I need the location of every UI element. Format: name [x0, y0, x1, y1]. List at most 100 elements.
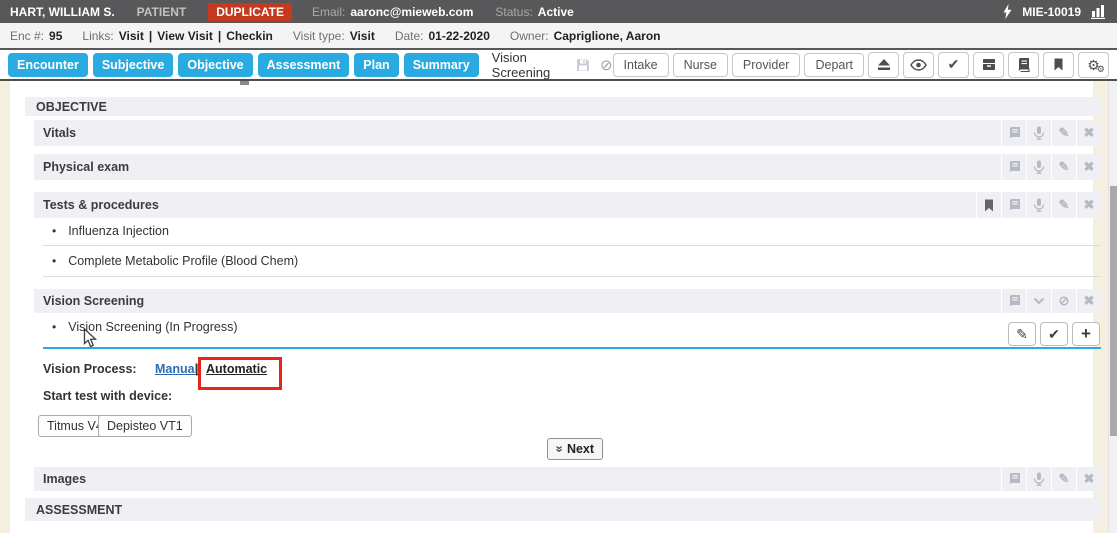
tab-summary[interactable]: Summary	[404, 53, 479, 77]
link-separator: |	[218, 29, 221, 43]
archive-icon[interactable]	[973, 52, 1004, 78]
link-checkin[interactable]: Checkin	[226, 29, 273, 43]
chart-content: OBJECTIVE Vitals ✎ ✖ Physical exam	[10, 81, 1093, 533]
panel-vision-screening[interactable]: Vision Screening ⊘ ✖	[34, 289, 1101, 313]
images-title: Images	[43, 472, 86, 486]
item-label: Influenza Injection	[68, 224, 169, 238]
visit-type-label: Visit type:	[293, 29, 345, 43]
eye-icon[interactable]	[903, 52, 934, 78]
vision-process-label: Vision Process:	[43, 362, 137, 376]
edit-icon[interactable]: ✎	[1051, 192, 1076, 218]
bullet-dot: •	[52, 254, 56, 268]
check-icon[interactable]: ✔	[938, 52, 969, 78]
list-item-influenza[interactable]: • Influenza Injection	[43, 224, 1101, 246]
eject-icon[interactable]	[868, 52, 899, 78]
microphone-icon[interactable]	[1026, 192, 1051, 218]
link-view-visit[interactable]: View Visit	[157, 29, 213, 43]
microphone-icon[interactable]	[1026, 467, 1051, 491]
collapse-icon[interactable]	[1026, 289, 1051, 313]
microphone-icon[interactable]	[1026, 120, 1051, 146]
double-chevron-down-icon: »	[552, 446, 566, 453]
item-label: Vision Screening (In Progress)	[68, 320, 237, 334]
patient-status: Active	[538, 5, 574, 19]
bolt-icon[interactable]	[1003, 4, 1012, 19]
patient-email: aaronc@mieweb.com	[350, 5, 473, 19]
enc-number-value: 95	[49, 29, 62, 43]
tab-encounter[interactable]: Encounter	[8, 53, 88, 77]
assessment-title: ASSESSMENT	[36, 503, 122, 517]
remove-icon[interactable]: ✖	[1076, 467, 1101, 491]
owner-label: Owner:	[510, 29, 549, 43]
date-label: Date:	[395, 29, 424, 43]
link-visit[interactable]: Visit	[119, 29, 144, 43]
bullet-dot: •	[52, 224, 56, 238]
remove-icon[interactable]: ✖	[1076, 120, 1101, 146]
encounter-info-bar: Enc #: 95 Links: Visit | View Visit | Ch…	[0, 23, 1117, 50]
section-header-objective[interactable]: OBJECTIVE	[25, 97, 1101, 116]
nav-toolbar: Encounter Subjective Objective Assessmen…	[0, 50, 1117, 81]
objective-title: OBJECTIVE	[36, 100, 107, 114]
next-button[interactable]: » Next	[547, 438, 603, 460]
vertical-scrollbar[interactable]	[1108, 81, 1117, 533]
bookmark-icon[interactable]	[1043, 52, 1074, 78]
microphone-icon[interactable]	[1026, 154, 1051, 180]
patient-type-label: PATIENT	[137, 5, 187, 19]
edit-icon[interactable]: ✎	[1051, 154, 1076, 180]
tab-assessment[interactable]: Assessment	[258, 53, 350, 77]
settings-gears-icon[interactable]: ⚙⚙	[1078, 52, 1109, 78]
disable-icon[interactable]: ⊘	[600, 56, 613, 74]
edit-icon[interactable]: ✎	[1051, 120, 1076, 146]
intake-button[interactable]: Intake	[613, 53, 669, 77]
edit-button[interactable]: ✎	[1008, 322, 1036, 346]
disable-icon[interactable]: ⊘	[1051, 289, 1076, 313]
list-item-metabolic[interactable]: • Complete Metabolic Profile (Blood Chem…	[43, 254, 1101, 277]
bar-chart-icon[interactable]	[1091, 4, 1107, 19]
duplicate-badge[interactable]: DUPLICATE	[208, 3, 292, 21]
journal-icon[interactable]	[1001, 120, 1026, 146]
bookmark-icon[interactable]	[976, 192, 1001, 218]
journal-icon[interactable]	[1001, 289, 1026, 313]
option-manual-link[interactable]: Manual	[155, 362, 198, 376]
status-label: Status:	[495, 5, 532, 19]
tests-procedures-title: Tests & procedures	[43, 198, 159, 212]
add-button[interactable]: +	[1072, 322, 1100, 346]
panel-physical-exam[interactable]: Physical exam ✎ ✖	[34, 154, 1101, 180]
tab-objective[interactable]: Objective	[178, 53, 252, 77]
nurse-button[interactable]: Nurse	[673, 53, 728, 77]
device-depisteo-button[interactable]: Depisteo VT1	[98, 415, 192, 437]
email-label: Email:	[312, 5, 345, 19]
list-item-vision-in-progress[interactable]: • Vision Screening (In Progress)	[43, 320, 1101, 349]
annotation-highlight-box	[198, 357, 282, 390]
tab-plan[interactable]: Plan	[354, 53, 398, 77]
journal-icon[interactable]	[1001, 192, 1026, 218]
journal-icon[interactable]	[1001, 467, 1026, 491]
physical-exam-title: Physical exam	[43, 160, 129, 174]
tab-subjective[interactable]: Subjective	[93, 53, 174, 77]
vision-screening-title: Vision Screening	[43, 294, 144, 308]
check-button[interactable]: ✔	[1040, 322, 1068, 346]
patient-header-bar: HART, WILLIAM S. PATIENT DUPLICATE Email…	[0, 0, 1117, 23]
scrollbar-thumb[interactable]	[1110, 186, 1117, 436]
provider-button[interactable]: Provider	[732, 53, 801, 77]
links-label: Links:	[82, 29, 113, 43]
enc-number-label: Enc #:	[10, 29, 44, 43]
journal-icon[interactable]	[1001, 154, 1026, 180]
clipped-scroll-fragment	[240, 81, 249, 85]
remove-icon[interactable]: ✖	[1076, 289, 1101, 313]
book-icon[interactable]	[1008, 52, 1039, 78]
item-label: Complete Metabolic Profile (Blood Chem)	[68, 254, 298, 268]
edit-icon[interactable]: ✎	[1051, 467, 1076, 491]
current-section-title: Vision Screening	[492, 50, 566, 80]
bullet-dot: •	[52, 320, 56, 334]
remove-icon[interactable]: ✖	[1076, 154, 1101, 180]
section-header-assessment[interactable]: ASSESSMENT	[25, 498, 1101, 521]
panel-vitals[interactable]: Vitals ✎ ✖	[34, 120, 1101, 146]
owner-value: Capriglione, Aaron	[554, 29, 661, 43]
panel-images[interactable]: Images ✎ ✖	[34, 467, 1101, 491]
panel-tests-procedures[interactable]: Tests & procedures ✎ ✖	[34, 192, 1101, 218]
system-id: MIE-10019	[1022, 5, 1081, 19]
remove-icon[interactable]: ✖	[1076, 192, 1101, 218]
start-test-label: Start test with device:	[43, 389, 172, 403]
depart-button[interactable]: Depart	[804, 53, 864, 77]
save-icon[interactable]	[576, 58, 590, 72]
